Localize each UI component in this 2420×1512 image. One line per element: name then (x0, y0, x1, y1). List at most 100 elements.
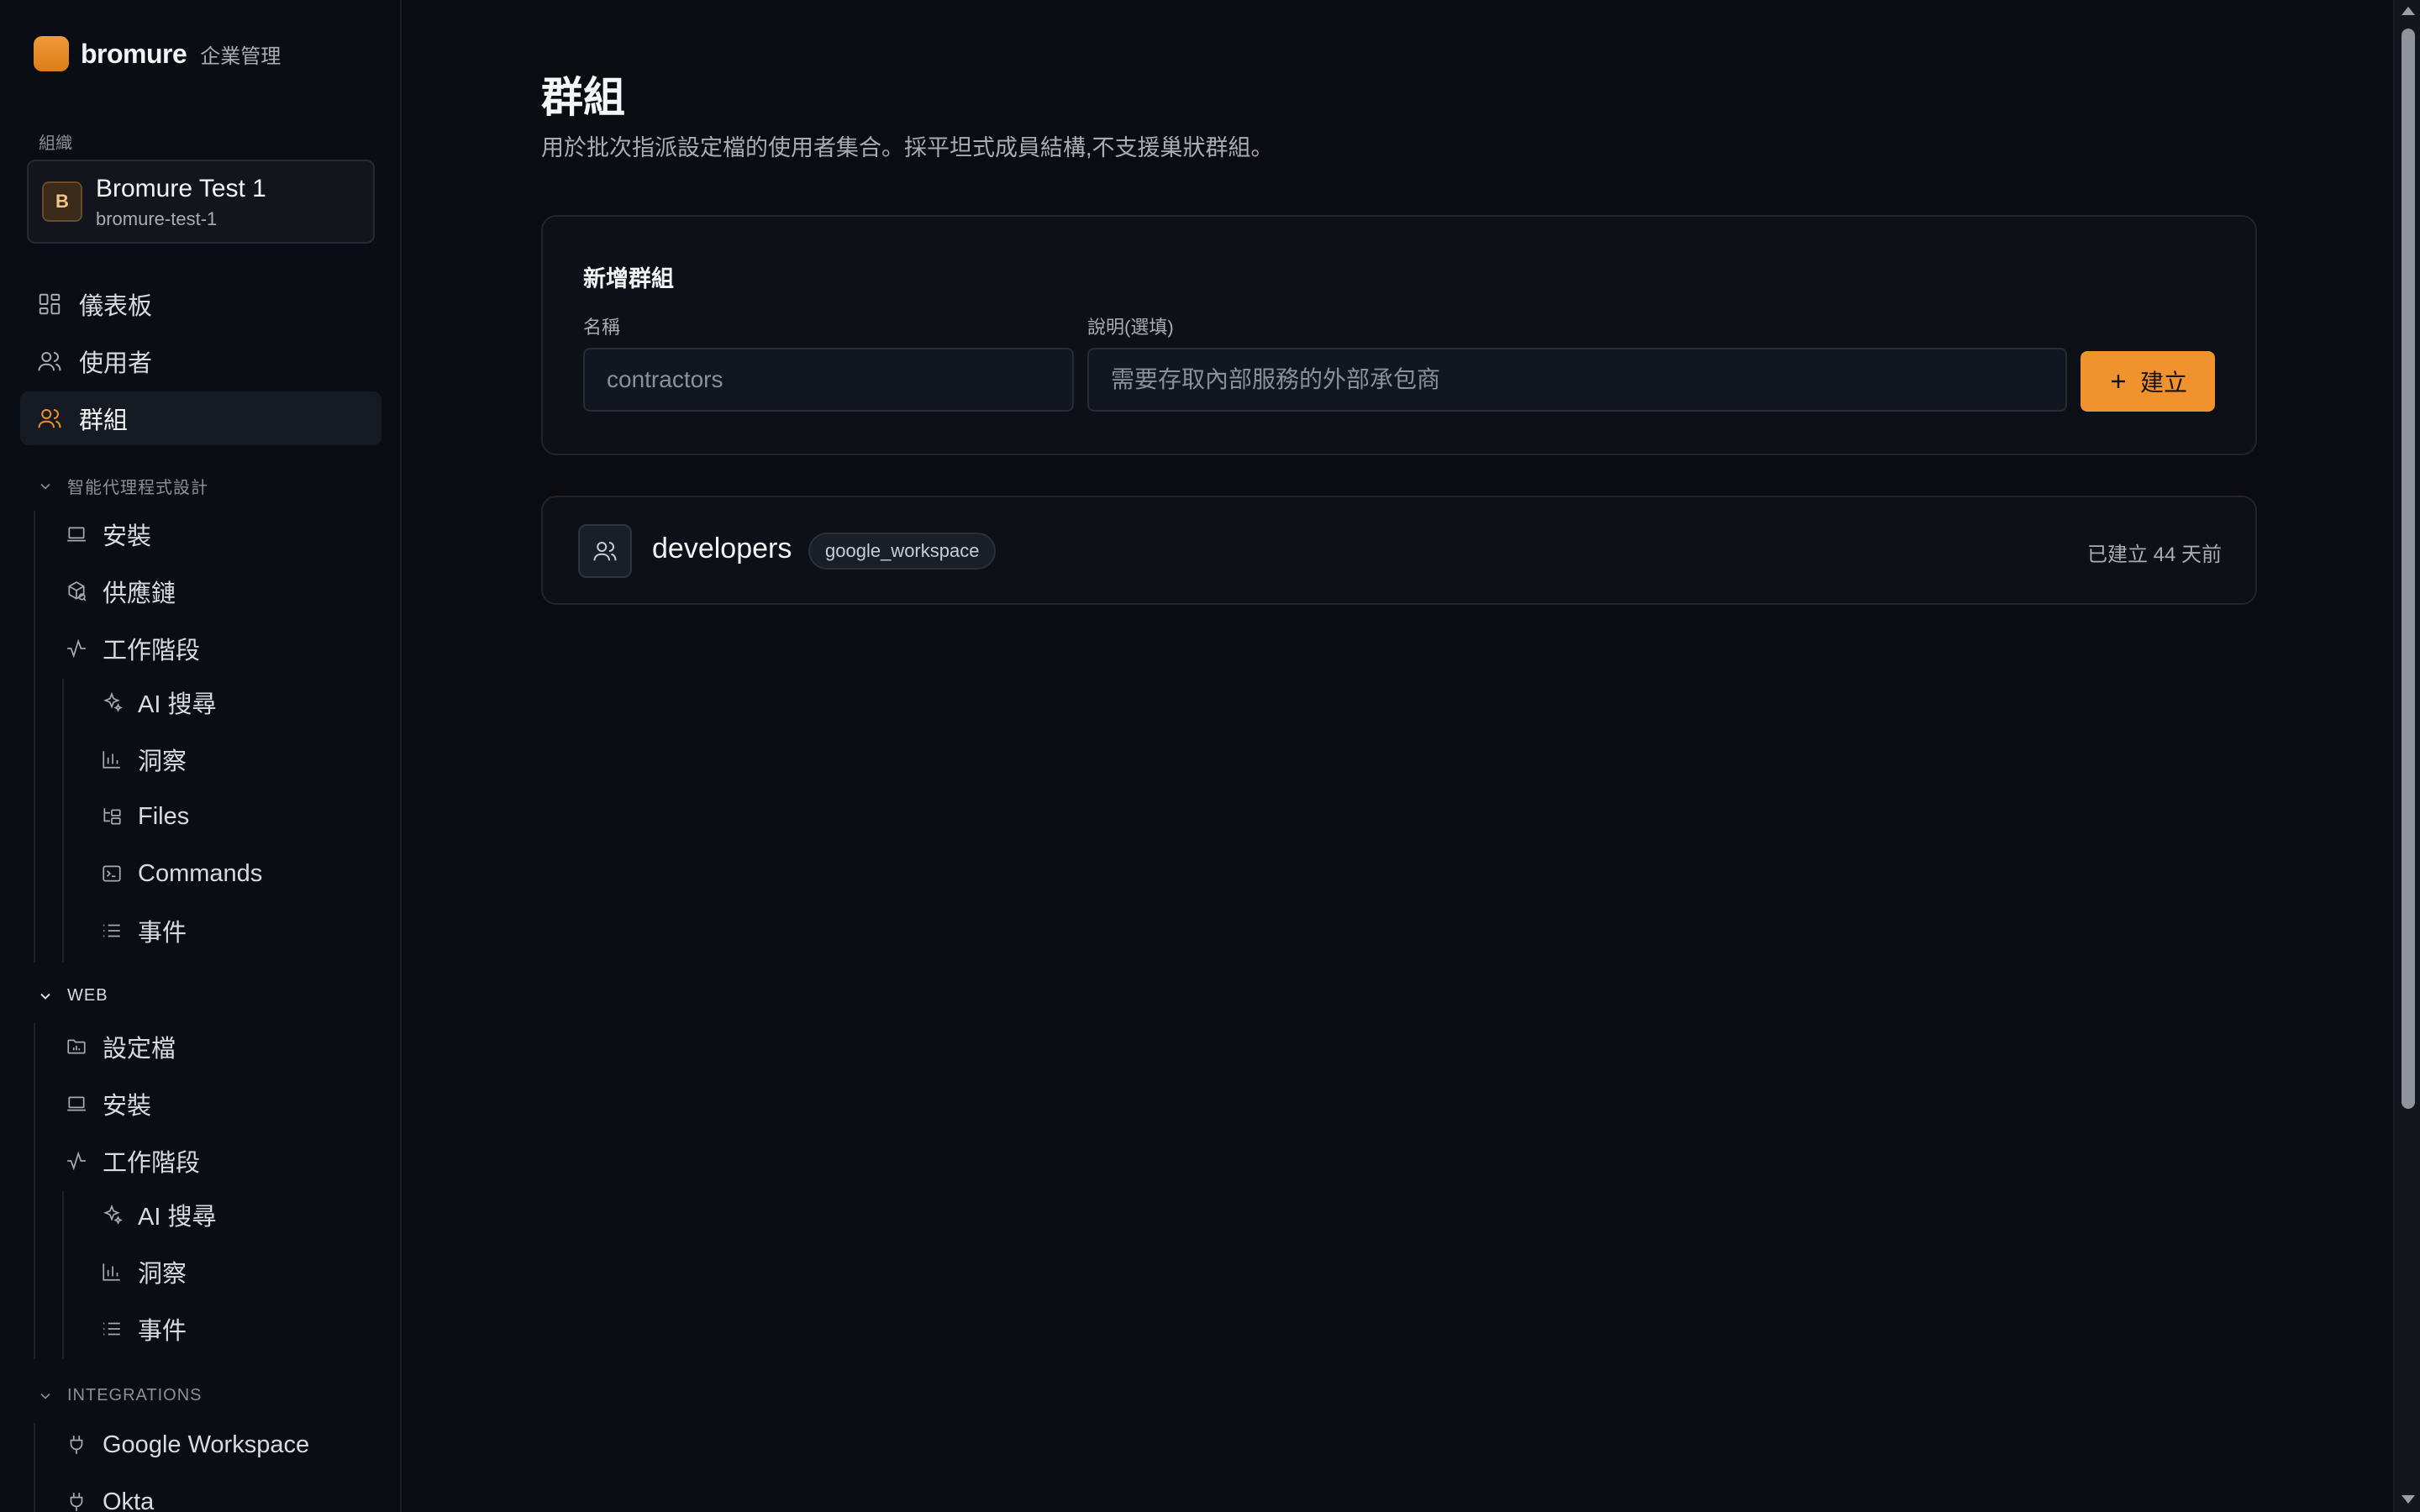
agent-insights-label: 洞察 (138, 748, 187, 775)
nav-users[interactable]: 使用者 (37, 334, 373, 388)
scroll-down-arrow-icon[interactable] (2402, 1495, 2415, 1504)
section-integrations-title: INTEGRATIONS (67, 1386, 203, 1404)
create-group-label: 建立 (2139, 370, 2187, 396)
folder-tree-icon (103, 808, 121, 825)
web-sessions-guide (62, 1191, 64, 1359)
plug-icon (70, 1493, 83, 1511)
agent-supply-chain[interactable]: 供應鏈 (66, 564, 368, 618)
activity-icon (67, 1151, 86, 1171)
section-agent-guide (34, 511, 35, 963)
integration-google-label: Google Workspace (103, 1431, 310, 1458)
chevron-down-icon (40, 483, 50, 490)
laptop-icon (67, 527, 86, 542)
agent-install[interactable]: 安裝 (66, 507, 368, 561)
group-avatar (578, 524, 632, 578)
integration-google-workspace[interactable]: Google Workspace (66, 1418, 385, 1472)
agent-files-label: Files (138, 802, 190, 830)
agent-events[interactable]: 事件 (101, 904, 370, 958)
scroll-thumb[interactable] (2402, 29, 2415, 1109)
web-install-label: 安裝 (103, 1093, 152, 1120)
bar-chart-icon (103, 751, 120, 769)
chevron-down-icon (40, 1393, 50, 1399)
sidebar: bromure 企業管理 組織 B Bromure Test 1 bromure… (0, 0, 402, 1512)
group-row[interactable]: developers google_workspace 已建立 44 天前 (541, 496, 2257, 605)
brand[interactable]: bromure 企業管理 (34, 35, 281, 72)
group-description-input[interactable] (1087, 348, 2067, 412)
agent-commands-label: Commands (138, 859, 263, 887)
group-created: 已建立 44 天前 (2086, 543, 2222, 566)
agent-commands[interactable]: Commands (101, 847, 370, 900)
group-name: developers (652, 533, 792, 564)
web-insights[interactable]: 洞察 (101, 1245, 370, 1299)
section-web-toggle[interactable]: WEB (37, 986, 108, 1005)
section-web-title: WEB (67, 986, 108, 1005)
section-integrations-guide (34, 1423, 35, 1512)
nav-dashboard[interactable]: 儀表板 (37, 277, 373, 331)
section-agent-toggle[interactable]: 智能代理程式設計 (37, 474, 208, 498)
web-profiles-label: 設定檔 (103, 1036, 176, 1063)
org-slug: bromure-test-1 (96, 208, 218, 229)
section-web-guide (34, 1023, 35, 1359)
web-profiles[interactable]: 設定檔 (66, 1020, 368, 1074)
users-icon (593, 542, 617, 561)
web-ai-search-label: AI 搜尋 (138, 1204, 217, 1231)
agent-files[interactable]: Files (101, 790, 370, 843)
agent-install-label: 安裝 (103, 523, 152, 550)
web-sessions[interactable]: 工作階段 (66, 1134, 368, 1188)
section-integrations-toggle[interactable]: INTEGRATIONS (37, 1386, 203, 1405)
activity-icon (67, 638, 86, 659)
create-group-button[interactable]: 建立 (2081, 351, 2215, 412)
new-group-card: 新增群組 名稱 說明(選填) 建立 (541, 215, 2257, 455)
sparkles-icon (103, 691, 123, 712)
list-icon (103, 924, 120, 937)
web-sessions-label: 工作階段 (103, 1150, 201, 1177)
agent-sessions-label: 工作階段 (103, 638, 201, 664)
agent-insights[interactable]: 洞察 (101, 732, 370, 786)
package-search-icon (68, 581, 87, 601)
nav-groups[interactable]: 群組 (20, 391, 381, 445)
brand-subtitle: 企業管理 (200, 45, 281, 68)
group-name-input[interactable] (583, 348, 1074, 412)
org-label: 組織 (39, 134, 72, 153)
plug-icon (70, 1436, 83, 1454)
org-name: Bromure Test 1 (96, 175, 266, 202)
page-subtitle: 用於批次指派設定檔的使用者集合。採平坦式成員結構,不支援巢狀群組。 (541, 135, 1274, 160)
agent-sessions[interactable]: 工作階段 (66, 622, 368, 675)
group-source-badge: google_workspace (808, 533, 997, 570)
org-switcher[interactable]: B Bromure Test 1 bromure-test-1 (27, 160, 375, 244)
laptop-icon (67, 1096, 86, 1111)
web-events[interactable]: 事件 (101, 1302, 370, 1356)
brand-name: bromure (81, 38, 187, 69)
dashboard-icon (39, 293, 60, 315)
nav-groups-label: 群組 (79, 407, 129, 434)
bar-chart-icon (103, 1263, 120, 1281)
sparkles-icon (103, 1204, 123, 1225)
web-insights-label: 洞察 (138, 1261, 187, 1288)
org-avatar: B (42, 181, 82, 222)
nav-dashboard-label: 儀表板 (79, 293, 153, 320)
groups-icon (38, 409, 61, 428)
section-agent-title: 智能代理程式設計 (67, 479, 208, 497)
brand-logo (34, 36, 69, 71)
terminal-icon (103, 865, 121, 882)
scroll-up-arrow-icon[interactable] (2402, 7, 2415, 15)
web-events-label: 事件 (138, 1318, 187, 1345)
agent-ai-search[interactable]: AI 搜尋 (101, 675, 370, 729)
page-title: 群組 (541, 74, 625, 121)
agent-sessions-guide (62, 679, 64, 963)
plus-icon (2111, 375, 2125, 388)
new-group-title: 新增群組 (583, 266, 674, 291)
name-label: 名稱 (583, 317, 621, 338)
page-scrollbar[interactable] (2393, 0, 2420, 1512)
agent-ai-search-label: AI 搜尋 (138, 691, 217, 718)
list-icon (103, 1322, 120, 1336)
users-icon (38, 352, 61, 371)
agent-events-label: 事件 (138, 920, 187, 947)
description-label: 說明(選填) (1087, 317, 1174, 338)
agent-supply-chain-label: 供應鏈 (103, 580, 176, 607)
folder-chart-icon (67, 1039, 86, 1054)
web-install[interactable]: 安裝 (66, 1077, 368, 1131)
nav-users-label: 使用者 (79, 350, 153, 377)
web-ai-search[interactable]: AI 搜尋 (101, 1188, 370, 1242)
integration-okta[interactable]: Okta (66, 1475, 385, 1512)
